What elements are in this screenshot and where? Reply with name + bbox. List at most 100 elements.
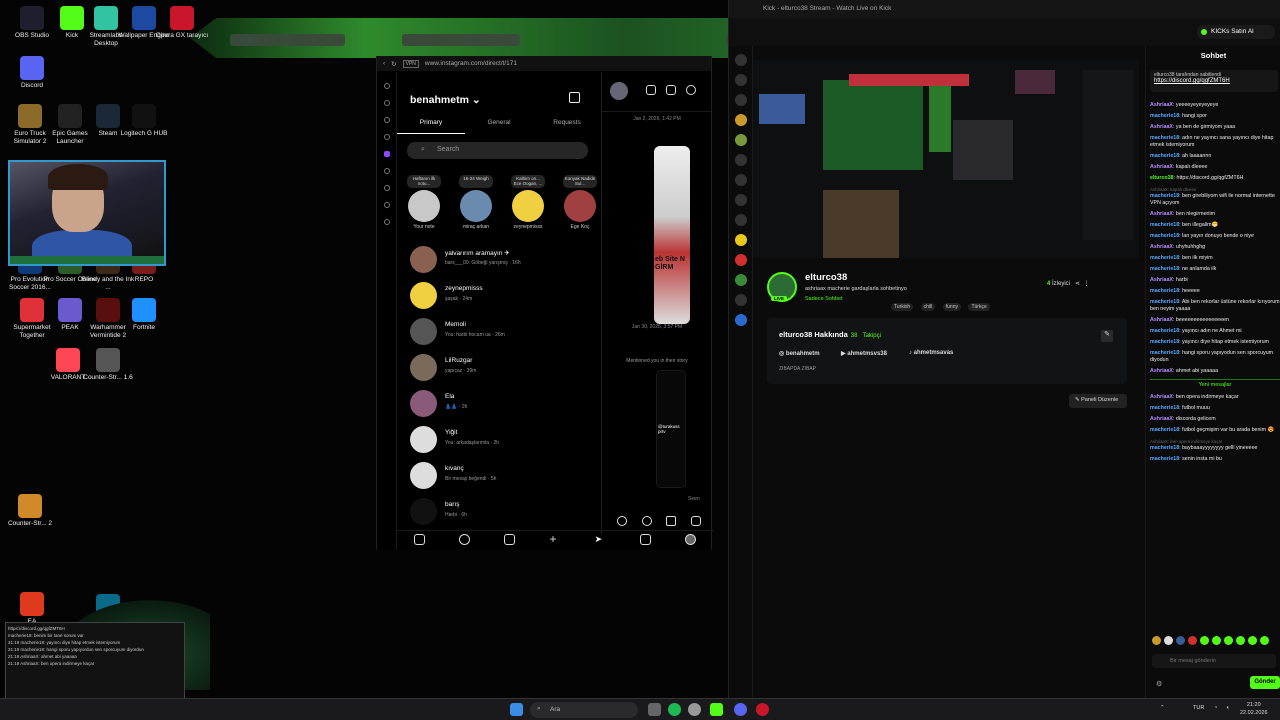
channel-avatar[interactable] — [734, 174, 747, 186]
chat-username[interactable]: macherie18 — [1150, 255, 1179, 261]
note-item[interactable]: Konyak Nadide Sul... Ege Koç — [563, 175, 597, 230]
tab-general[interactable]: General — [465, 116, 533, 134]
channel-avatar[interactable] — [734, 114, 747, 126]
chat-username[interactable]: macherie18 — [1150, 328, 1179, 334]
desktop-icon[interactable]: Logitech G HUB — [116, 104, 172, 138]
obs-icon[interactable] — [688, 703, 701, 716]
chat-username[interactable]: macherie18 — [1150, 299, 1179, 305]
tag[interactable]: funny — [942, 303, 961, 311]
network-icon[interactable]: ◔ — [1214, 705, 1217, 711]
chat-username[interactable]: macherie18 — [1150, 193, 1179, 199]
channel-avatar[interactable] — [734, 134, 747, 146]
chat-message[interactable]: AshriaaX: discorda gelicem — [1150, 416, 1280, 423]
video-icon[interactable] — [666, 85, 676, 95]
chat-username[interactable]: AshriaaX — [1150, 368, 1173, 374]
url-text[interactable]: www.instagram.com/direct/t/171 — [425, 60, 517, 67]
instagram-link[interactable]: ◎ benahmetm — [779, 350, 820, 357]
buy-kicks-button[interactable]: KICKs Satın Al — [1197, 25, 1275, 39]
start-icon[interactable] — [510, 703, 523, 716]
chat-message[interactable]: macherie18: lan yayın donuyo bende o niy… — [1150, 233, 1280, 240]
thread-row[interactable]: LilRuzgar yapıcaz · 39m — [405, 350, 601, 386]
vpn-badge[interactable]: VPN — [402, 59, 419, 68]
microphone-icon[interactable] — [641, 516, 652, 526]
thread-row[interactable]: yalvarırım aramayın ✈ bars___00: Göbeği y… — [405, 242, 601, 278]
clock[interactable]: 21:20 22.02.2026 — [1240, 701, 1268, 717]
chat-username[interactable]: macherie18 — [1150, 222, 1179, 228]
compose-icon[interactable] — [569, 92, 580, 103]
thread-row[interactable]: kıvanç Bir mesajı beğendi · 5h — [405, 458, 601, 494]
chat-username[interactable]: macherie18 — [1150, 266, 1179, 272]
emoji-icon[interactable] — [617, 516, 628, 526]
account-handle[interactable]: benahmetm ⌄ — [410, 94, 481, 106]
chat-username[interactable]: AshriaaX — [1150, 416, 1173, 422]
chat-message[interactable]: macherie18: hangi spor — [1150, 113, 1280, 120]
channel-avatar[interactable] — [734, 254, 747, 266]
tab-primary[interactable]: Primary — [397, 116, 465, 134]
chat-message[interactable]: macherie18: ben illegalim😁 — [1150, 222, 1280, 229]
edit-icon[interactable]: ✎ — [1101, 330, 1113, 342]
chat-input[interactable]: Bir mesaj gönderin — [1152, 654, 1276, 668]
chat-username[interactable]: macherie18 — [1150, 233, 1179, 239]
chat-message[interactable]: AshriaaX: ben nlegirmeriim — [1150, 211, 1280, 218]
emote-icon[interactable] — [1260, 636, 1269, 645]
discord-icon[interactable] — [734, 703, 747, 716]
chat-username[interactable]: macherie18 — [1150, 339, 1179, 345]
desktop-icon[interactable]: Counter-Str... 1.6 — [80, 348, 136, 382]
chat-message[interactable]: macherie18: yayıncı diye hitap etmek ist… — [1150, 339, 1280, 346]
tab-requests[interactable]: Requests — [533, 116, 601, 134]
thread-row[interactable]: zeynepmisss şaşak · 24m — [405, 278, 601, 314]
info-icon[interactable] — [686, 85, 696, 95]
home-icon[interactable] — [414, 534, 426, 545]
chat-message[interactable]: macherie18: ah laaaannn — [1150, 153, 1280, 160]
chat-username[interactable]: AshriaaX — [1150, 277, 1173, 283]
chat-message[interactable]: macherie18: ben ilk miyim — [1150, 255, 1280, 262]
channel-avatar[interactable] — [734, 194, 747, 206]
chat-username[interactable]: AshriaaX — [1150, 124, 1173, 130]
reels-icon[interactable] — [504, 534, 516, 545]
tag[interactable]: chill — [920, 303, 936, 311]
note-item[interactable]: 16-24 Weigh miraç arkan — [459, 175, 493, 230]
task-view-icon[interactable] — [648, 703, 661, 716]
chat-message[interactable]: AshriaaX: kapalı dleeee macherie18: ben g… — [1150, 186, 1280, 207]
chat-message[interactable]: AshriaaX: ben opera indirmeye kaçar mache… — [1150, 438, 1280, 452]
chat-message[interactable]: macherie18: futbol muuu — [1150, 405, 1280, 412]
emote-icon[interactable] — [1200, 636, 1209, 645]
discord-icon[interactable] — [383, 168, 390, 174]
emote-icon[interactable] — [1224, 636, 1233, 645]
emote-icon[interactable] — [1164, 636, 1173, 645]
address-bar[interactable]: ‹ ↻ VPN www.instagram.com/direct/t/171 — [377, 56, 711, 71]
emote-icon[interactable] — [1248, 636, 1257, 645]
pinned-link[interactable]: https://discord.gg/qgfZMT6H — [1154, 78, 1230, 84]
tag[interactable]: Türkçe — [968, 303, 990, 311]
explore-icon[interactable] — [459, 534, 471, 545]
chat-message[interactable]: elturco38: https://discord.gg/qgfZMT6H — [1150, 175, 1280, 182]
channel-avatar[interactable] — [734, 274, 747, 286]
chat-message[interactable]: AshriaaX: ya ben de girmiyom yaaa — [1150, 124, 1280, 131]
sidebar-icon[interactable] — [383, 134, 390, 140]
chat-message[interactable]: macherie18: Abi ben rekorlar üstüne reko… — [1150, 299, 1280, 313]
create-icon[interactable]: + — [549, 533, 560, 545]
avatar[interactable] — [610, 82, 628, 100]
sidebar-icon[interactable] — [383, 202, 390, 208]
profile-icon[interactable] — [684, 534, 696, 545]
emote-icon[interactable] — [1236, 636, 1245, 645]
desktop-icon[interactable]: EA — [4, 592, 60, 626]
image-icon[interactable] — [666, 516, 677, 526]
note-item[interactable]: Kalbim on... Ece Oogan, ... zeynepmisss — [511, 175, 545, 230]
channel-avatar[interactable] — [734, 154, 747, 166]
send-button[interactable]: Gönder — [1250, 676, 1280, 689]
tag[interactable]: Turkish — [891, 303, 914, 311]
chat-message[interactable]: macherie18: adın ne yayıncı sana yayıncı… — [1150, 135, 1280, 149]
taskbar-search[interactable]: ⌕ Ara — [530, 702, 638, 718]
chat-username[interactable]: AshriaaX — [1150, 394, 1173, 400]
chat-username[interactable]: AshriaaX — [1150, 244, 1173, 250]
channel-name[interactable]: elturco38 — [805, 272, 847, 283]
thread-row[interactable]: Memoli You: harbi hocam ua · 26m — [405, 314, 601, 350]
messages-icon[interactable]: ➤ — [595, 534, 606, 545]
tray-chevron-icon[interactable]: ⌃ — [1160, 705, 1165, 711]
settings-icon[interactable]: ⚙ — [1156, 680, 1162, 688]
note-item[interactable]: Haftanın ilk notu... Your note — [407, 175, 441, 230]
language-indicator[interactable]: TUR — [1193, 705, 1204, 711]
shared-story[interactable]: eb Site N GİRM — [654, 146, 690, 324]
channel-avatar[interactable] — [734, 214, 747, 226]
